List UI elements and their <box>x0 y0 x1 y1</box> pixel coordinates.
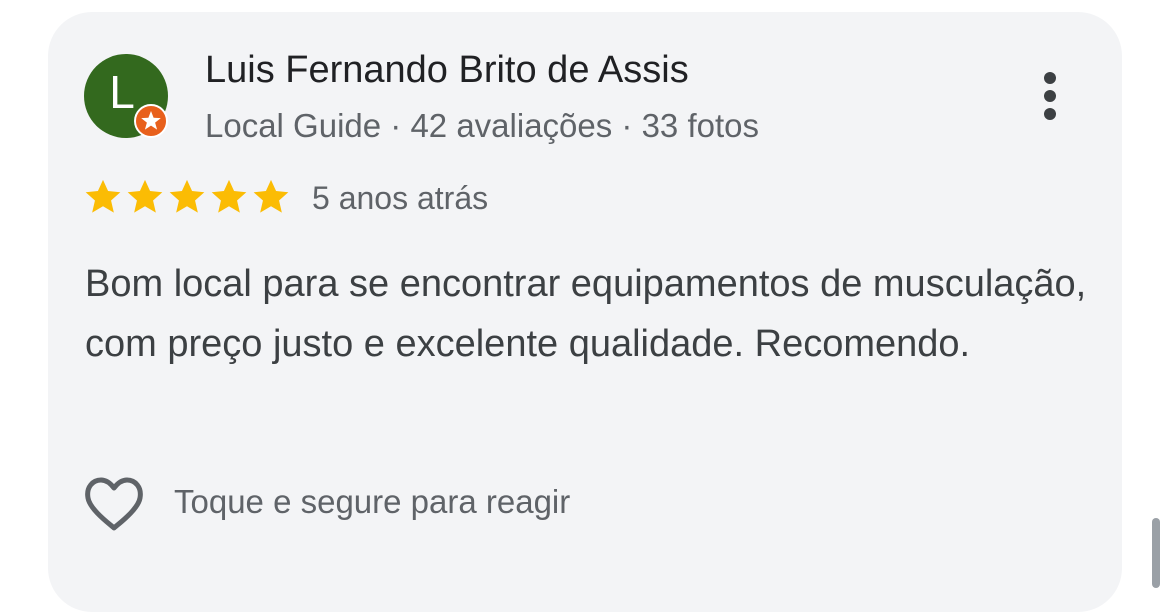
more-options-button[interactable] <box>1024 66 1076 126</box>
author-meta: Local Guide · 42 avaliações · 33 fotos <box>205 107 759 144</box>
react-hint[interactable]: Toque e segure para reagir <box>174 480 570 524</box>
review-time: 5 anos atrás <box>312 180 489 216</box>
star-icon <box>250 176 292 218</box>
more-vert-icon <box>1044 72 1056 84</box>
star-icon <box>208 176 250 218</box>
star-icon <box>82 176 124 218</box>
scrollbar-thumb[interactable] <box>1152 518 1160 588</box>
review-text: Bom local para se encontrar equipamentos… <box>85 263 1087 365</box>
avatar-initial: L <box>109 66 135 118</box>
star-rating <box>82 176 292 220</box>
more-vert-icon-dot <box>1044 90 1056 102</box>
star-icon <box>166 176 208 218</box>
star-icon <box>124 176 166 218</box>
more-vert-icon-dot <box>1044 108 1056 120</box>
author-name[interactable]: Luis Fernando Brito de Assis <box>205 44 689 96</box>
heart-outline-icon[interactable] <box>82 474 146 534</box>
local-guide-badge-icon <box>134 104 168 138</box>
